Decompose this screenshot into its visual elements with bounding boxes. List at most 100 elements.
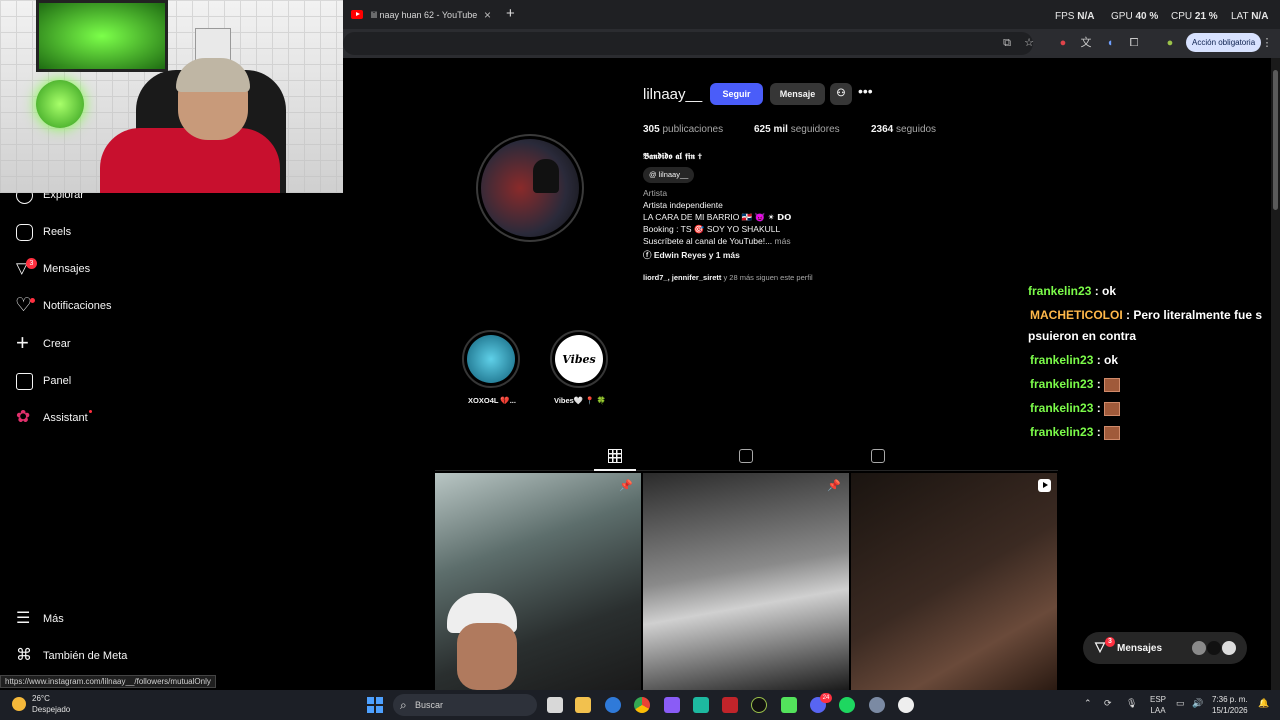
chat-username: frankelin23 <box>1030 377 1094 391</box>
profile-avatar[interactable] <box>476 134 584 242</box>
tray-overflow-icon[interactable]: ⌃ <box>1084 698 1092 709</box>
pin-icon: 📌 <box>827 480 841 492</box>
chrome-icon[interactable] <box>634 697 650 713</box>
app-icon[interactable] <box>722 697 738 713</box>
sidebar-item-also-from-meta[interactable]: También de Meta <box>16 644 127 668</box>
address-bar[interactable] <box>343 32 1033 55</box>
new-tab-button[interactable]: + <box>506 5 515 22</box>
bio-link-text: Edwin Reyes y 1 más <box>653 250 740 260</box>
extension-record-icon[interactable]: ● <box>1055 35 1071 51</box>
chat-text: : <box>1096 401 1101 415</box>
post-thumbnail[interactable]: 📌 <box>435 473 641 690</box>
fps-value: N/A <box>1077 11 1095 22</box>
sidebar-item-label: Panel <box>43 375 72 387</box>
kick-icon[interactable] <box>781 697 797 713</box>
edge-browser-icon[interactable] <box>605 697 621 713</box>
page-scrollbar[interactable] <box>1271 58 1280 690</box>
suggested-users-button[interactable]: ⚇ <box>830 83 852 105</box>
sidebar-item-messages[interactable]: 3 Mensajes <box>16 257 90 281</box>
sidebar-item-assistant[interactable]: Assistant <box>16 406 92 430</box>
task-view-icon[interactable] <box>547 697 563 713</box>
obs-icon[interactable] <box>898 697 914 713</box>
sidebar-item-reels[interactable]: Reels <box>16 220 71 244</box>
following-count: 2364 <box>871 124 894 135</box>
action-required-button[interactable]: Acción obligatoria <box>1186 33 1262 52</box>
settings-gear-icon[interactable] <box>869 697 885 713</box>
post-thumbnail[interactable]: 📌 <box>643 473 849 690</box>
chat-username: frankelin23 <box>1030 425 1094 439</box>
cpu-readout: CPU 21 % <box>1171 11 1218 22</box>
reels-tab-icon[interactable] <box>739 449 753 463</box>
extension-translate-icon[interactable]: 文 <box>1078 35 1094 51</box>
highlight-vibes[interactable]: Vibes Vibes🤍 📍 🍀 <box>550 330 610 405</box>
messages-floating-button[interactable]: 3 Mensajes <box>1083 632 1247 664</box>
sidebar-item-label: Assistant <box>43 412 88 424</box>
highlight-ring: Vibes <box>550 330 608 388</box>
followed-by[interactable]: liord7_, jennifer_sirett y 28 más siguen… <box>643 273 813 282</box>
gaming-app-icon[interactable] <box>664 697 680 713</box>
posts-grid-tab-icon[interactable] <box>608 449 622 463</box>
menu-icon <box>16 608 33 628</box>
close-tab-icon[interactable]: × <box>484 8 491 22</box>
more-options-button[interactable]: ••• <box>858 83 873 99</box>
link-hover-status: https://www.instagram.com/lilnaay__/foll… <box>0 675 216 688</box>
chat-message: frankelin23 : ok <box>1030 353 1118 367</box>
install-app-icon[interactable]: ⧉ <box>999 35 1015 51</box>
message-button[interactable]: Mensaje <box>770 83 825 105</box>
followers-count: 625 mil <box>754 124 788 135</box>
dashboard-icon <box>16 372 33 390</box>
followed-by-users: liord7_, jennifer_sirett <box>643 273 722 282</box>
spotify-icon[interactable] <box>839 697 855 713</box>
following-stat[interactable]: 2364 seguidos <box>871 124 936 135</box>
webcam-person-shirt <box>100 128 280 193</box>
posts-stat: 305 publicaciones <box>643 124 723 135</box>
post-thumbnail[interactable] <box>851 473 1057 690</box>
highlight-cover: Vibes <box>555 335 603 383</box>
threads-handle: lilnaay__ <box>658 170 689 179</box>
language-indicator[interactable]: ESP LAA <box>1150 694 1166 716</box>
sidebar-item-more[interactable]: Más <box>16 607 64 631</box>
capcut-icon[interactable] <box>693 697 709 713</box>
chat-username: frankelin23 <box>1030 401 1094 415</box>
network-icon[interactable]: ▭ <box>1176 698 1185 709</box>
windows-taskbar: 26°C Despejado Buscar 24 ⌃ ⟳ 🎙 ESP LAA ▭… <box>0 690 1280 720</box>
highlight-xoxo4l[interactable]: XOXO4L 💔... <box>462 330 522 405</box>
notification-bell-icon[interactable]: 🔔 <box>1258 698 1269 709</box>
sidebar-item-label: Crear <box>43 338 71 350</box>
weather-moon-icon <box>12 697 26 711</box>
file-explorer-icon[interactable] <box>575 697 591 713</box>
extensions-puzzle-icon[interactable]: ⧠ <box>1126 35 1142 51</box>
chat-message-continuation: psuieron en contra <box>1028 329 1136 343</box>
browser-menu-icon[interactable]: ⋮ <box>1259 35 1275 51</box>
taskbar-clock[interactable]: 7:36 p. m. 15/1/2026 <box>1212 694 1248 716</box>
active-tab-indicator <box>594 469 636 471</box>
scrollbar-thumb[interactable] <box>1273 70 1278 210</box>
sidebar-item-dashboard[interactable]: Panel <box>16 369 71 393</box>
threads-badge[interactable]: @ lilnaay__ <box>643 167 695 183</box>
sidebar-item-notifications[interactable]: Notificaciones <box>15 294 111 318</box>
weather-widget[interactable]: 26°C Despejado <box>12 693 70 715</box>
chat-username: MACHETICOLOI <box>1030 308 1123 322</box>
bio-line: LA CARA DE MI BARRIO 🇩🇴 👿 ✴ 𝗗𝗢 <box>643 212 792 222</box>
extension-audio-icon[interactable]: ◖ <box>1102 35 1118 51</box>
sidebar-item-create[interactable]: Crear <box>16 330 71 356</box>
clock-date: 15/1/2026 <box>1212 706 1248 715</box>
volume-icon[interactable]: 🔊 <box>1192 698 1203 709</box>
taskbar-search[interactable]: Buscar <box>393 694 537 716</box>
xbox-icon[interactable] <box>751 697 767 713</box>
sync-icon[interactable]: ⟳ <box>1104 698 1112 709</box>
follow-button[interactable]: Seguir <box>710 83 763 105</box>
followers-stat[interactable]: 625 mil seguidores <box>754 124 840 135</box>
bio-external-links[interactable]: ⓕ Edwin Reyes y 1 más <box>643 249 740 261</box>
bio-more-link[interactable]: más <box>775 236 791 246</box>
bookmark-star-icon[interactable]: ☆ <box>1021 35 1037 51</box>
plus-icon <box>16 330 33 356</box>
microphone-icon[interactable]: 🎙 <box>1126 698 1137 709</box>
lat-readout: LAT N/A <box>1231 11 1268 22</box>
browser-tab-youtube[interactable]: lil naay huan 62 - YouTube × <box>343 0 499 29</box>
profile-avatar-icon[interactable]: ● <box>1162 35 1178 51</box>
followers-label: seguidores <box>790 124 840 135</box>
tagged-tab-icon[interactable] <box>871 449 885 463</box>
windows-start-icon[interactable] <box>367 697 383 713</box>
sidebar-item-label: Mensajes <box>43 263 91 275</box>
